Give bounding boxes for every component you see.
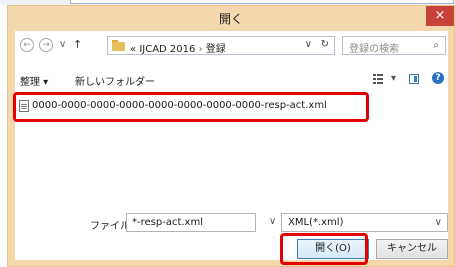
breadcrumb-overflow[interactable]: « bbox=[130, 44, 136, 55]
view-dropdown-icon[interactable]: ▾ bbox=[391, 73, 396, 84]
close-button[interactable]: × bbox=[426, 6, 454, 26]
recent-locations-button[interactable]: ∨ bbox=[59, 39, 66, 50]
filename-value: *-resp-act.xml bbox=[132, 217, 203, 228]
open-button-highlight-annotation bbox=[280, 233, 368, 265]
filename-field[interactable]: *-resp-act.xml bbox=[126, 213, 256, 232]
background-input bbox=[70, 0, 454, 4]
refresh-icon[interactable]: ↻ bbox=[321, 39, 329, 50]
filename-dropdown-icon[interactable]: ∨ bbox=[269, 216, 276, 227]
search-placeholder: 登録の検索 bbox=[349, 44, 399, 55]
preview-pane-icon[interactable] bbox=[409, 74, 419, 84]
folder-icon bbox=[112, 40, 125, 51]
cancel-button[interactable]: キャンセル bbox=[376, 239, 448, 259]
address-dropdown-icon[interactable]: ∨ bbox=[305, 39, 312, 50]
file-name-panel: ファイル名(N): *-resp-act.xml ∨ XML(*.xml) ∨ … bbox=[15, 211, 448, 260]
filetype-select[interactable]: XML(*.xml) ∨ bbox=[281, 213, 448, 232]
address-bar[interactable]: « IJCAD 2016 › 登録 ∨ ↻ bbox=[107, 36, 335, 55]
search-input[interactable]: 登録の検索 ⌕ bbox=[342, 36, 446, 55]
filetype-dropdown-icon[interactable]: ∨ bbox=[435, 217, 442, 228]
navigation-bar: ← → ∨ ↑ « IJCAD 2016 › 登録 ∨ ↻ 登録の検索 ⌕ bbox=[15, 31, 448, 59]
breadcrumb-separator: › bbox=[198, 44, 203, 55]
dialog-body: ← → ∨ ↑ « IJCAD 2016 › 登録 ∨ ↻ 登録の検索 ⌕ 整理… bbox=[13, 31, 448, 260]
filetype-value: XML(*.xml) bbox=[288, 217, 344, 228]
title-bar[interactable]: 開く × bbox=[8, 6, 454, 30]
back-button[interactable]: ← bbox=[20, 38, 34, 52]
search-icon[interactable]: ⌕ bbox=[433, 40, 439, 51]
breadcrumb: « IJCAD 2016 › 登録 bbox=[130, 40, 226, 55]
forward-button[interactable]: → bbox=[39, 38, 53, 52]
help-icon[interactable]: ? bbox=[432, 72, 444, 84]
organize-button[interactable]: 整理 ▾ bbox=[20, 73, 48, 88]
file-highlight-annotation bbox=[13, 92, 369, 122]
breadcrumb-current[interactable]: 登録 bbox=[206, 44, 226, 55]
view-options-icon[interactable] bbox=[373, 74, 383, 84]
dialog-title: 開く bbox=[218, 12, 243, 26]
open-file-dialog: 開く × ← → ∨ ↑ « IJCAD 2016 › 登録 ∨ ↻ 登録の検索 bbox=[7, 5, 455, 267]
command-bar: 整理 ▾ 新しいフォルダー ▾ ? bbox=[15, 68, 448, 92]
up-button[interactable]: ↑ bbox=[73, 38, 82, 51]
new-folder-button[interactable]: 新しいフォルダー bbox=[75, 73, 155, 88]
breadcrumb-ijcad[interactable]: IJCAD 2016 bbox=[139, 44, 195, 55]
